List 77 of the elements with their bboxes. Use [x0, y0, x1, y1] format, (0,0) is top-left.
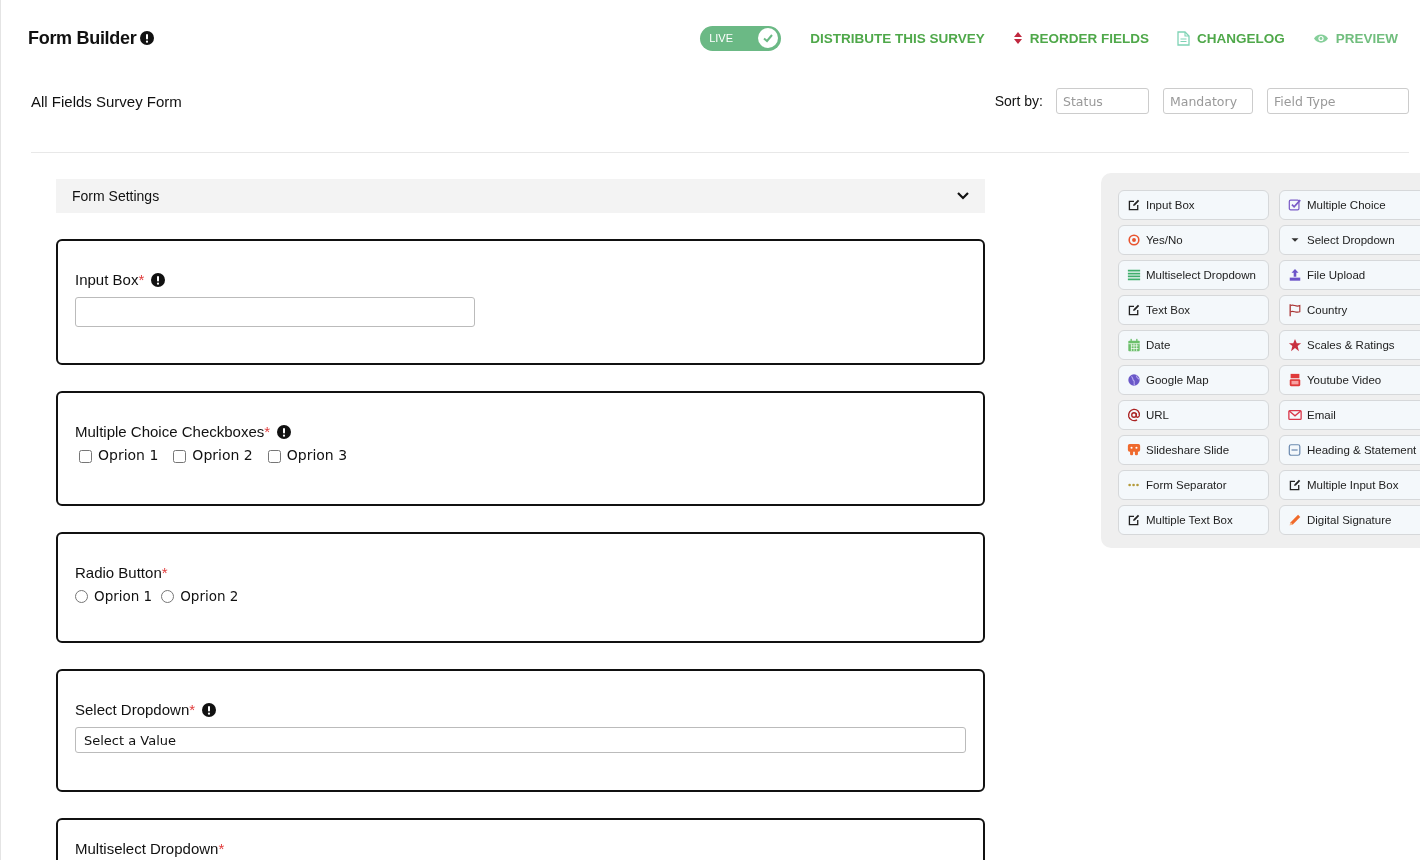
star-icon [1288, 338, 1302, 352]
option-label: Oprion 3 [286, 447, 348, 463]
flag-icon [1288, 303, 1302, 317]
radio-button[interactable] [161, 589, 175, 603]
required-mark: * [218, 840, 225, 857]
info-icon[interactable] [151, 272, 166, 287]
upload-icon [1288, 268, 1302, 282]
field-type-button[interactable]: Scales & Ratings [1279, 330, 1420, 360]
edit-icon [1127, 513, 1141, 527]
at-sign-icon [1127, 408, 1141, 422]
form-name: All Fields Survey Form [31, 92, 183, 110]
field-type-button[interactable]: Heading & Statement [1279, 435, 1420, 465]
input-field[interactable] [75, 297, 475, 327]
required-mark: * [189, 701, 196, 718]
minus-box-icon [1288, 443, 1302, 457]
list-icon [1127, 268, 1141, 282]
select-field[interactable]: Select a Value [75, 727, 966, 753]
required-mark: * [161, 564, 168, 581]
field-type-button[interactable]: Email [1279, 400, 1420, 430]
sort-icon [1012, 31, 1023, 45]
checkbox[interactable] [173, 449, 187, 463]
field-label: Multiple Choice Checkboxes [75, 423, 265, 440]
pencil-icon [1288, 513, 1302, 527]
info-icon[interactable] [202, 702, 217, 717]
field-label: Select Dropdown [75, 701, 190, 718]
field-type-button[interactable]: Select Dropdown [1279, 225, 1420, 255]
page-title: Form Builder [28, 27, 137, 49]
option-label: Oprion 1 [94, 588, 153, 604]
settings-label: Form Settings [72, 188, 160, 204]
option-label: Oprion 2 [192, 447, 253, 463]
sort-field[interactable]: Field Type [1267, 88, 1409, 114]
envelope-icon [1288, 408, 1302, 422]
field-type-button[interactable]: Input Box [1118, 190, 1269, 220]
field-type-button[interactable]: Multiple Choice [1279, 190, 1420, 220]
field-type-button[interactable]: Google Map [1118, 365, 1269, 395]
field-type-button[interactable]: Text Box [1118, 295, 1269, 325]
edit-icon [1127, 303, 1141, 317]
globe-icon [1127, 373, 1141, 387]
eye-icon [1312, 32, 1329, 44]
field-type-button[interactable]: Digital Signature [1279, 505, 1420, 535]
calendar-icon [1127, 338, 1141, 352]
checkbox[interactable] [267, 449, 281, 463]
info-icon[interactable] [277, 424, 292, 439]
option-label: Oprion 1 [98, 447, 159, 463]
field-type-button[interactable]: Multiselect Dropdown [1118, 260, 1269, 290]
field-label: Radio Button [75, 564, 162, 581]
chevron-icon [957, 192, 969, 200]
info-icon[interactable] [140, 31, 155, 45]
sort-label: Sort by: [994, 93, 1043, 109]
edit-icon [1288, 478, 1302, 492]
radio-button[interactable] [75, 589, 88, 603]
required-mark: * [264, 423, 271, 440]
field-type-button[interactable]: File Upload [1279, 260, 1420, 290]
edit-icon [1127, 198, 1141, 212]
field-type-button[interactable]: URL [1118, 400, 1269, 430]
field-type-button[interactable]: Date [1118, 330, 1269, 360]
slides-icon [1127, 443, 1141, 457]
field-label: Input Box [75, 271, 139, 288]
check-icon [762, 32, 775, 44]
option-label: Oprion 2 [180, 588, 239, 604]
sort-field[interactable]: Mandatory [1163, 88, 1253, 114]
field-type-button[interactable]: Form Separator [1118, 470, 1269, 500]
checkbox[interactable] [79, 449, 92, 463]
document-icon [1177, 30, 1190, 46]
field-type-button[interactable]: Yes/No [1118, 225, 1269, 255]
field-type-button[interactable]: Country [1279, 295, 1420, 325]
form-settings-bar[interactable]: Form Settings [56, 179, 985, 213]
field-type-button[interactable]: Slideshare Slide [1118, 435, 1269, 465]
target-icon [1127, 233, 1141, 247]
field-label: Multiselect Dropdown [75, 840, 219, 857]
checkbox-icon [1288, 198, 1302, 212]
required-mark: * [138, 271, 145, 288]
field-type-button[interactable]: Youtube Video [1279, 365, 1420, 395]
sort-field[interactable]: Status [1056, 88, 1149, 114]
video-icon [1288, 373, 1302, 387]
field-type-button[interactable]: Multiple Input Box [1279, 470, 1420, 500]
field-type-button[interactable]: Multiple Text Box [1118, 505, 1269, 535]
